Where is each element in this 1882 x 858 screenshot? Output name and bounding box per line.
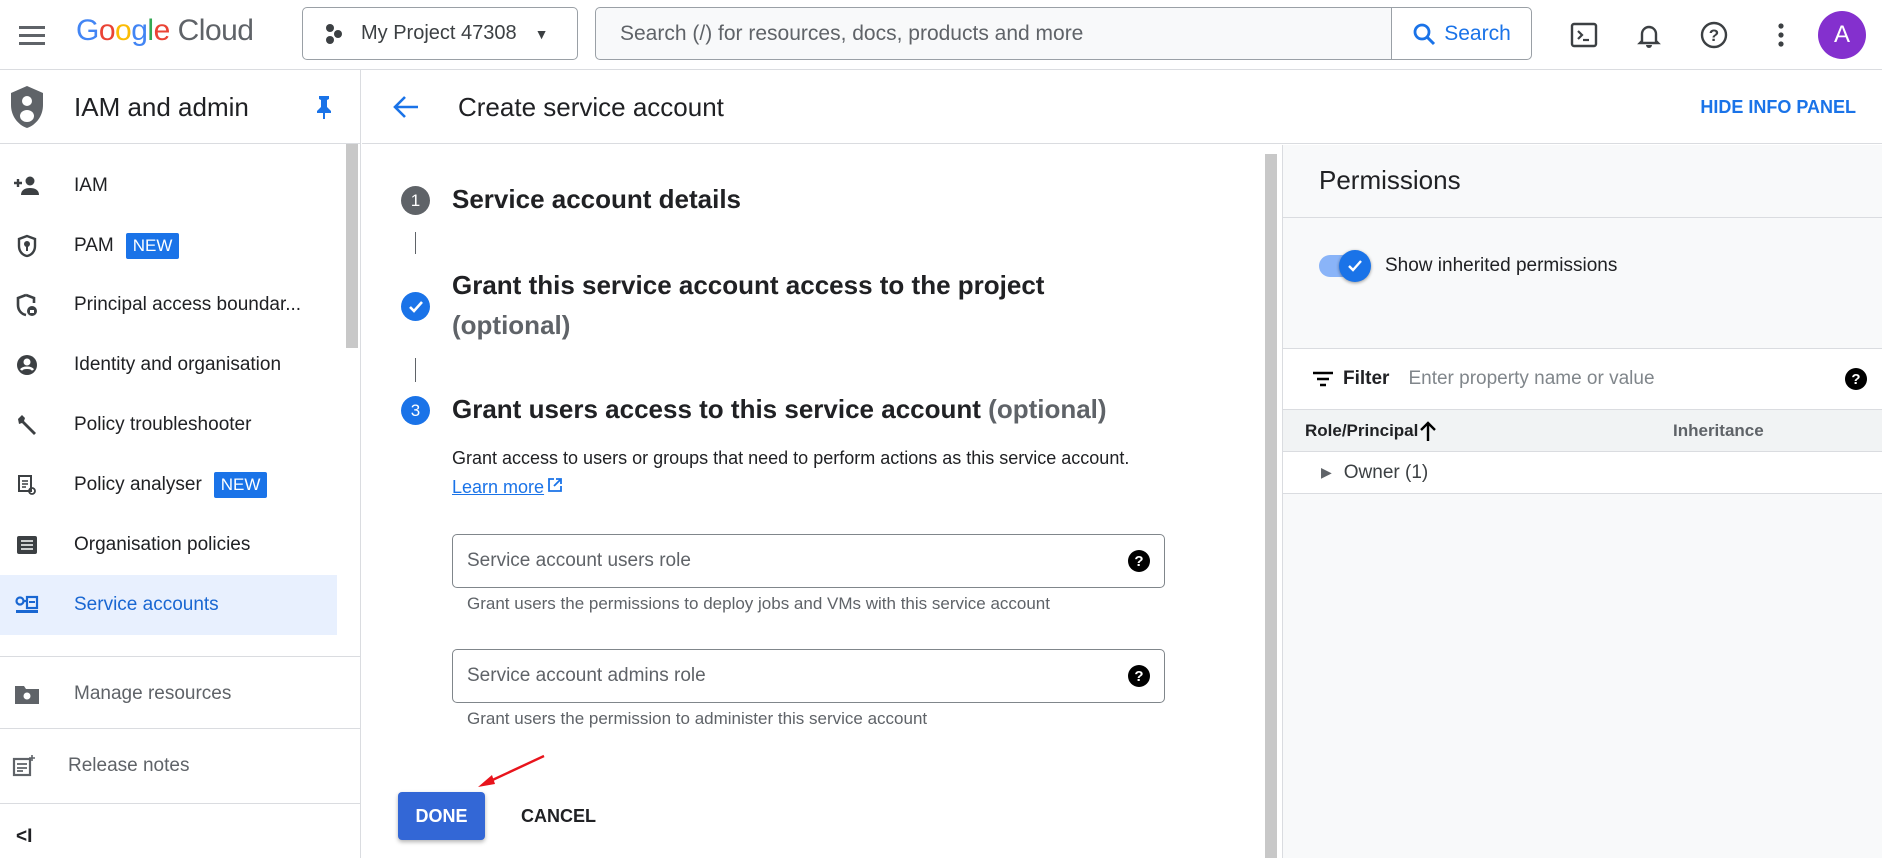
main-scrollbar[interactable] (1265, 154, 1277, 858)
step-connector (415, 358, 416, 382)
more-vert-icon (1778, 23, 1784, 47)
column-role-principal[interactable]: Role/Principal (1305, 421, 1418, 441)
admins-role-hint: Grant users the permission to administer… (467, 709, 928, 728)
sidebar-item-iam[interactable]: IAM (0, 156, 337, 216)
help-icon[interactable]: ? (1845, 368, 1867, 390)
account-avatar[interactable]: A (1818, 11, 1866, 59)
learn-more-link[interactable]: Learn more (452, 477, 563, 497)
service-account-admins-role-input[interactable]: Service account admins role ? (452, 649, 1165, 703)
notifications-button[interactable] (1631, 17, 1667, 53)
sidebar-title: IAM and admin (74, 92, 249, 122)
back-arrow-icon[interactable] (392, 93, 420, 121)
project-picker[interactable]: My Project 47308 ▼ (302, 7, 578, 60)
sidebar-item-manage-resources[interactable]: Manage resources (0, 664, 337, 724)
filter-bar[interactable]: Filter Enter property name or value ? (1283, 348, 1882, 409)
column-inheritance: Inheritance (1673, 421, 1764, 440)
page-title: Create service account (458, 92, 724, 122)
step-complete-check-icon (401, 292, 430, 321)
new-badge: NEW (213, 472, 268, 498)
sidebar-item-organisation-policies[interactable]: Organisation policies (0, 515, 337, 575)
terminal-icon (1570, 22, 1598, 48)
pin-icon[interactable] (314, 94, 334, 120)
help-icon: ? (1700, 21, 1728, 49)
search-input[interactable]: Search (/) for resources, docs, products… (596, 22, 1391, 46)
list-alt-icon (0, 535, 74, 555)
step-1-title[interactable]: Service account details (452, 184, 741, 215)
expand-arrow-icon[interactable]: ▶ (1321, 464, 1332, 481)
help-icon[interactable]: ? (1128, 550, 1150, 572)
wrench-icon (0, 413, 74, 437)
table-row[interactable]: ▶ Owner (1) (1283, 452, 1882, 494)
help-icon[interactable]: ? (1128, 665, 1150, 687)
filter-icon (1313, 371, 1333, 387)
sidebar-item-policy-analyser[interactable]: Policy analyser NEW (0, 455, 337, 515)
dropdown-arrow-icon: ▼ (534, 25, 549, 42)
collapse-sidebar-button[interactable]: <I (16, 826, 32, 848)
divider (0, 728, 361, 729)
table-header: Role/Principal Inheritance (1283, 409, 1882, 452)
step-connector (415, 232, 416, 254)
more-options-button[interactable] (1763, 17, 1799, 53)
toggle-switch[interactable] (1319, 250, 1371, 282)
svg-text:?: ? (1709, 26, 1719, 45)
external-link-icon (548, 478, 562, 492)
search-bar[interactable]: Search (/) for resources, docs, products… (595, 7, 1532, 60)
panel-title: Permissions (1319, 165, 1461, 195)
step-2-title[interactable]: Grant this service account access to the… (452, 270, 1044, 349)
google-cloud-logo[interactable]: Google Cloud (76, 14, 254, 48)
info-panel: Permissions Show inherited permissions F… (1282, 145, 1882, 858)
folder-settings-icon (0, 683, 74, 705)
users-role-hint: Grant users the permissions to deploy jo… (467, 594, 1050, 613)
shield-icon (11, 86, 43, 128)
divider (0, 803, 361, 804)
shield-lock-icon (0, 293, 74, 317)
sort-ascending-icon[interactable] (1419, 420, 1437, 442)
step-number-1: 1 (401, 186, 430, 215)
sidebar-item-service-accounts[interactable]: Service accounts (0, 575, 337, 635)
cloud-shell-button[interactable] (1566, 17, 1602, 53)
sidebar-item-principal-access-boundary[interactable]: Principal access boundar... (0, 275, 337, 335)
cancel-button[interactable]: CANCEL (521, 806, 596, 827)
step-3-title: Grant users access to this service accou… (452, 394, 1107, 424)
help-button[interactable]: ? (1696, 17, 1732, 53)
hide-info-panel-button[interactable]: HIDE INFO PANEL (1700, 97, 1856, 118)
sidebar-item-policy-troubleshooter[interactable]: Policy troubleshooter (0, 395, 337, 455)
new-badge: NEW (125, 233, 180, 259)
search-icon (1413, 23, 1436, 45)
project-icon (326, 23, 342, 44)
sidebar-item-identity-and-organisation[interactable]: Identity and organisation (0, 335, 337, 395)
sidebar-header: IAM and admin (0, 70, 361, 144)
release-notes-icon (0, 754, 68, 778)
step-number-3: 3 (401, 396, 430, 425)
sidebar-item-pam[interactable]: PAM NEW (0, 216, 337, 276)
search-button[interactable]: Search (1391, 8, 1531, 59)
show-inherited-toggle[interactable]: Show inherited permissions (1319, 250, 1617, 282)
sidebar-item-release-notes[interactable]: Release notes (0, 736, 337, 796)
document-search-icon (0, 474, 74, 496)
annotation-arrow (478, 754, 545, 787)
main-menu-button[interactable] (14, 17, 50, 53)
account-circle-icon (0, 354, 74, 376)
bell-icon (1637, 25, 1661, 48)
done-button[interactable]: DONE (398, 792, 485, 840)
divider (0, 656, 361, 657)
hamburger-icon (19, 25, 45, 29)
top-bar: Google Cloud My Project 47308 ▼ Search (… (0, 0, 1882, 70)
sidebar-scrollbar[interactable] (346, 144, 358, 348)
service-account-icon (0, 595, 74, 615)
sidebar: IAM and admin IAM PAM NEW Principal acce… (0, 70, 361, 858)
check-icon (1339, 250, 1371, 282)
step-3-description: Grant access to users or groups that nee… (452, 448, 1130, 497)
service-account-users-role-input[interactable]: Service account users role ? (452, 534, 1165, 588)
page-header: Create service account HIDE INFO PANEL (362, 70, 1882, 144)
shield-key-icon (0, 234, 74, 258)
filter-input[interactable]: Enter property name or value (1408, 368, 1654, 390)
person-add-icon (0, 176, 74, 196)
